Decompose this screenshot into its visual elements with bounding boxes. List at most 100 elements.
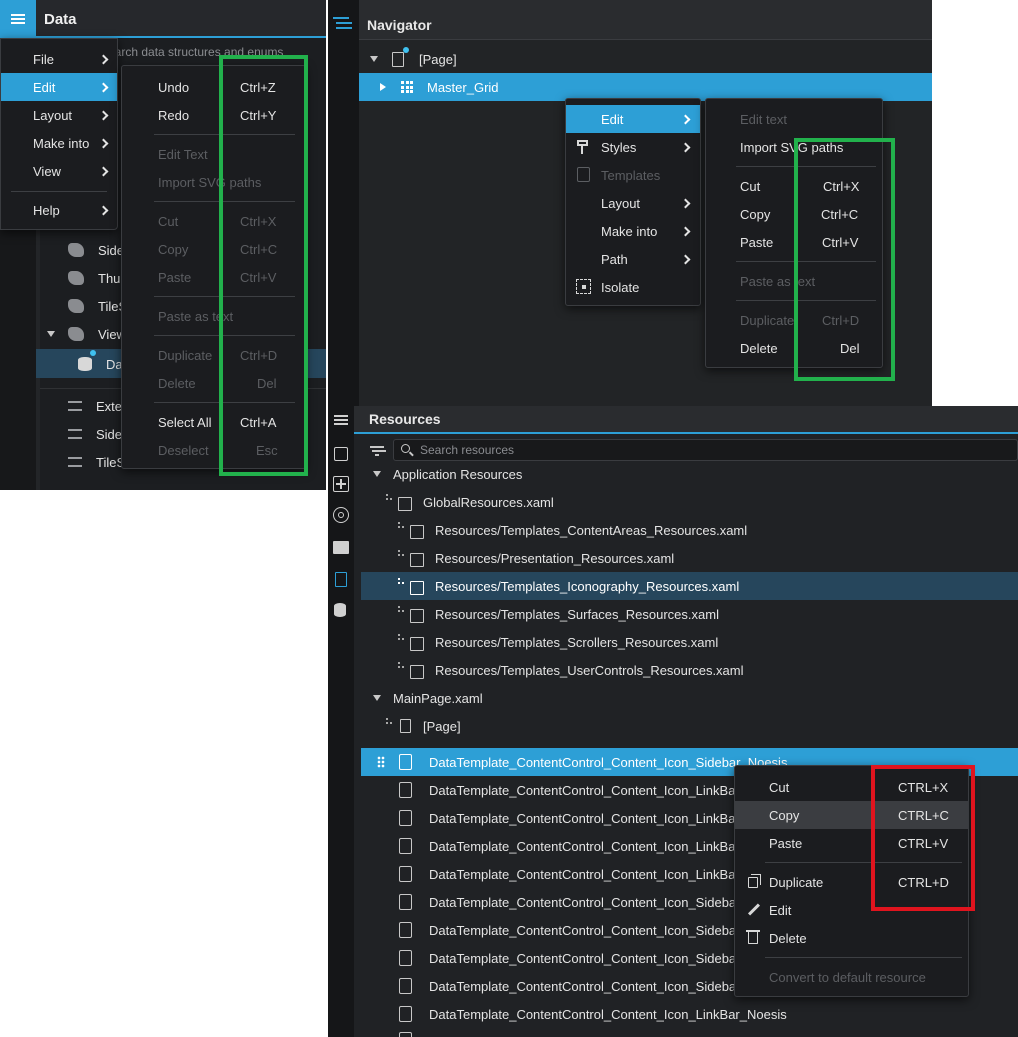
- resource-file-global[interactable]: GlobalResources.xaml: [423, 488, 554, 516]
- menu-item-view[interactable]: View: [1, 157, 117, 185]
- resource-file[interactable]: Resources/Templates_UserControls_Resourc…: [435, 656, 744, 684]
- context-item-edit[interactable]: Edit: [566, 105, 700, 133]
- highlight-box-red: [871, 765, 975, 911]
- database-icon: [78, 357, 92, 371]
- rail-data-button[interactable]: [333, 602, 349, 620]
- database-link-icon: [334, 603, 346, 617]
- navigator-item-page[interactable]: [Page]: [419, 45, 457, 73]
- template-item[interactable]: DataTemplate_ContentControl_Content_Icon…: [429, 1000, 787, 1028]
- filter-button[interactable]: [370, 445, 384, 457]
- main-menu-dropdown: File Edit Layout Make into View Help: [0, 38, 118, 230]
- data-tree-item-selected[interactable]: Da: [78, 350, 123, 378]
- data-tree-item[interactable]: Thu: [68, 264, 120, 292]
- modified-dot-icon: [90, 350, 96, 356]
- context-item-styles[interactable]: Styles: [566, 133, 700, 161]
- highlight-box-green: [219, 55, 308, 476]
- navigator-item-master-grid-label: Master_Grid: [427, 79, 499, 95]
- highlight-box-green: [794, 138, 895, 381]
- resource-file-selected[interactable]: Resources/Templates_Iconography_Resource…: [435, 572, 739, 600]
- tree-dots-icon: [386, 494, 394, 504]
- rail-media-button[interactable]: [333, 539, 349, 555]
- navigator-header: [359, 8, 932, 40]
- resource-dictionary-icon: [410, 553, 424, 567]
- hamburger-icon: [11, 14, 25, 24]
- navigator-left-rail: [328, 0, 359, 406]
- data-tree-item[interactable]: Side: [68, 236, 124, 264]
- list-icon: [68, 429, 82, 439]
- context-item-path[interactable]: Path: [566, 245, 700, 273]
- template-item[interactable]: DataTemplate_ContentControl_Content_Icon…: [429, 776, 747, 804]
- node-icon: [68, 327, 84, 341]
- collapse-arrow-icon[interactable]: [380, 83, 386, 91]
- menu-item-edit[interactable]: Edit: [1, 73, 117, 101]
- menu-item-file[interactable]: File: [1, 45, 117, 73]
- menu-item-layout[interactable]: Layout: [1, 101, 117, 129]
- rail-resources-button[interactable]: [333, 571, 349, 589]
- expand-arrow-icon[interactable]: [373, 695, 381, 701]
- resource-file[interactable]: Resources/Templates_Scrollers_Resources.…: [435, 628, 718, 656]
- expand-arrow-icon[interactable]: [47, 331, 55, 337]
- resource-file[interactable]: Resources/Templates_Surfaces_Resources.x…: [435, 600, 719, 628]
- resources-header: [354, 406, 1018, 434]
- resource-group-mainpage[interactable]: MainPage.xaml: [393, 684, 483, 712]
- data-tree-item[interactable]: Side: [68, 420, 122, 448]
- resources-title: Resources: [369, 411, 441, 427]
- template-item[interactable]: DataTemplate_ContentControl_Content_Icon…: [429, 860, 747, 888]
- tree-dots-icon: [398, 550, 406, 560]
- expand-arrow-icon[interactable]: [373, 471, 381, 477]
- data-tree-item[interactable]: Exte: [68, 392, 122, 420]
- context-item-delete[interactable]: Delete: [735, 924, 968, 952]
- menu-item-make-into[interactable]: Make into: [1, 129, 117, 157]
- template-item[interactable]: DataTemplate_ContentControl_Content_Icon…: [429, 804, 747, 832]
- navigator-panel: Navigator [Page] Master_Grid Edit Styles…: [328, 0, 932, 406]
- modified-dot-icon: [403, 47, 409, 53]
- pencil-icon: [747, 903, 761, 916]
- resource-file[interactable]: Resources/Templates_ContentAreas_Resourc…: [435, 516, 747, 544]
- template-item[interactable]: DataTemplate_ContentControl_Content_Icon…: [429, 832, 747, 860]
- chevron-right-icon: [98, 166, 109, 177]
- tree-dots-icon: [386, 718, 394, 728]
- resources-left-rail: [328, 406, 354, 1037]
- resource-page-item[interactable]: [Page]: [423, 712, 461, 740]
- outline-list-icon: [333, 17, 349, 19]
- context-item-isolate[interactable]: Isolate: [566, 273, 700, 301]
- drag-handle-icon[interactable]: [377, 756, 385, 768]
- context-item-layout[interactable]: Layout: [566, 189, 700, 217]
- chevron-right-icon: [680, 254, 691, 265]
- template-item[interactable]: DataTemplate_ContentControl_Content_Icon…: [429, 972, 748, 1000]
- data-tree-item[interactable]: TileS: [68, 448, 125, 476]
- chevron-right-icon: [98, 82, 109, 93]
- template-item[interactable]: DataTemplate_ContentControl_Content_Icon…: [429, 888, 748, 916]
- rail-animation-button[interactable]: [333, 507, 349, 523]
- main-menu-button[interactable]: [0, 0, 36, 38]
- list-icon: [68, 457, 82, 467]
- rail-images-button[interactable]: [333, 446, 349, 462]
- tree-dots-icon: [398, 578, 406, 588]
- resource-dictionary-icon: [398, 497, 412, 511]
- filter-icon-bottom: [375, 454, 379, 456]
- template-item[interactable]: DataTemplate_ContentControl_Content_Icon…: [429, 944, 748, 972]
- trash-icon: [748, 932, 758, 944]
- tree-dots-icon: [398, 662, 406, 672]
- context-item-make-into[interactable]: Make into: [566, 217, 700, 245]
- data-tree-item[interactable]: TileS: [68, 292, 127, 320]
- resources-search-input[interactable]: Search resources: [420, 443, 514, 457]
- resources-search-box[interactable]: Search resources: [393, 439, 1018, 461]
- clipboard-icon: [399, 922, 412, 938]
- rail-add-button[interactable]: [333, 476, 349, 492]
- menu-item-help[interactable]: Help: [1, 196, 117, 224]
- menu-separator: [765, 957, 962, 958]
- data-tree-item[interactable]: View: [68, 320, 126, 348]
- resource-group-application[interactable]: Application Resources: [393, 460, 522, 488]
- images-icon: [334, 447, 348, 461]
- resource-dictionary-icon: [410, 665, 424, 679]
- resource-file[interactable]: Resources/Presentation_Resources.xaml: [435, 544, 674, 572]
- data-tree-left-rail: [0, 230, 36, 490]
- template-item[interactable]: DataTemplate_ContentControl_Content_Icon…: [429, 916, 748, 944]
- context-item-templates: Templates: [566, 161, 700, 189]
- clipboard-icon: [399, 978, 412, 994]
- clipboard-icon: [399, 866, 412, 882]
- navigator-rail-icon[interactable]: [331, 15, 355, 33]
- expand-arrow-icon[interactable]: [370, 56, 378, 62]
- rail-menu-button[interactable]: [333, 413, 349, 427]
